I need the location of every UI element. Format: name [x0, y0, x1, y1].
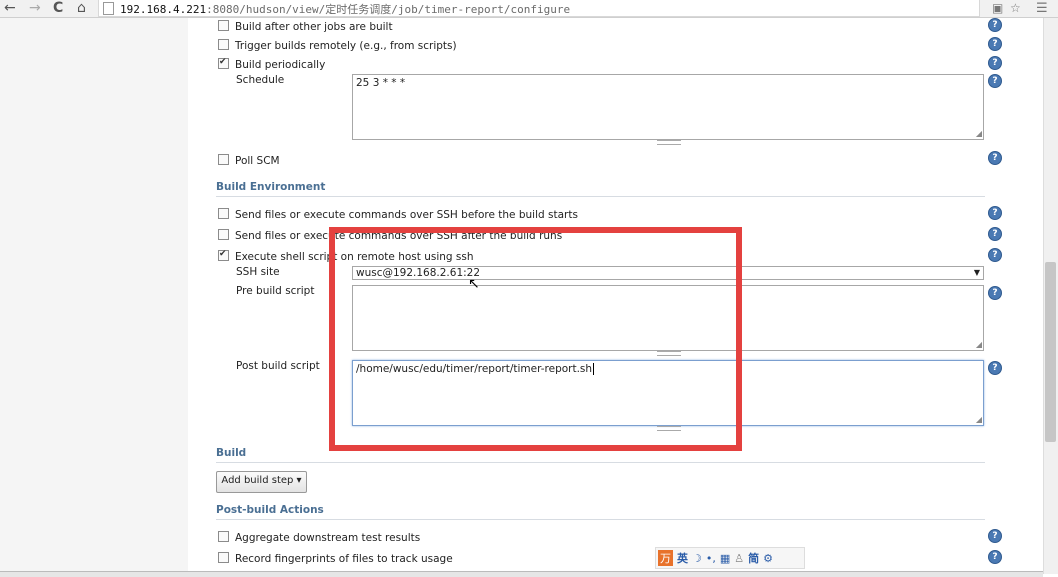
help-icon[interactable]: ?	[988, 361, 1002, 375]
highlight-box	[329, 227, 742, 451]
page-action-icon[interactable]: ▣	[992, 1, 1003, 15]
ime-logo-icon[interactable]: 万	[658, 550, 673, 566]
post-build-label: Post build script	[236, 360, 320, 372]
browser-toolbar: ← → C ⌂ 192.168.4.221:8080/hudson/view/定…	[0, 0, 1058, 18]
url-path: :8080/hudson/view/定时任务调度/job/timer-repor…	[206, 3, 571, 16]
help-icon[interactable]: ?	[988, 206, 1002, 220]
url-text[interactable]: 192.168.4.221:8080/hudson/view/定时任务调度/jo…	[120, 1, 570, 17]
ssh-before-checkbox[interactable]	[218, 208, 229, 219]
ime-toolbar[interactable]: 万 英 ☽ •, ▦ ♙ 简 ⚙	[655, 547, 805, 569]
aggregate-row: Aggregate downstream test results	[218, 531, 420, 545]
ssh-before-row: Send files or execute commands over SSH …	[218, 208, 578, 222]
textarea-grip[interactable]	[657, 140, 681, 145]
home-icon[interactable]: ⌂	[77, 0, 86, 17]
schedule-textarea[interactable]: 25 3 * * * ◢	[352, 74, 984, 140]
help-icon[interactable]: ?	[988, 550, 1002, 564]
poll-scm-row: Poll SCM	[218, 154, 280, 168]
menu-icon[interactable]: ☰	[1036, 1, 1048, 16]
aggregate-checkbox[interactable]	[218, 531, 229, 542]
ime-keyboard-icon[interactable]: ▦	[720, 552, 730, 565]
star-icon[interactable]: ☆	[1010, 1, 1021, 15]
poll-scm-label: Poll SCM	[235, 155, 280, 167]
help-icon[interactable]: ?	[988, 37, 1002, 51]
build-after-label: Build after other jobs are built	[235, 21, 393, 33]
section-build-environment: Build Environment	[216, 180, 985, 197]
ssh-after-checkbox[interactable]	[218, 229, 229, 240]
build-after-row: Build after other jobs are built	[218, 20, 393, 34]
exec-remote-checkbox[interactable]	[218, 247, 229, 261]
scrollbar-thumb[interactable]	[1045, 262, 1056, 442]
help-icon[interactable]: ?	[988, 151, 1002, 165]
ssh-before-label: Send files or execute commands over SSH …	[235, 209, 578, 221]
resize-handle-icon[interactable]: ◢	[976, 416, 982, 424]
section-post-build: Post-build Actions	[216, 503, 985, 520]
page-icon	[103, 2, 114, 15]
help-icon[interactable]: ?	[988, 248, 1002, 262]
trigger-remote-label: Trigger builds remotely (e.g., from scri…	[235, 40, 457, 52]
ime-simplified-toggle[interactable]: 简	[748, 550, 759, 566]
dropdown-arrow-icon: ▼	[973, 268, 980, 277]
back-icon[interactable]: ←	[4, 0, 16, 17]
resize-handle-icon[interactable]: ◢	[976, 130, 982, 138]
aggregate-label: Aggregate downstream test results	[235, 532, 421, 544]
help-icon[interactable]: ?	[988, 227, 1002, 241]
horizontal-scrollbar[interactable]	[0, 571, 1043, 577]
build-periodically-checkbox[interactable]	[218, 55, 229, 69]
ime-user-icon[interactable]: ♙	[734, 552, 744, 565]
schedule-value: 25 3 * * *	[356, 77, 406, 89]
ime-moon-icon[interactable]: ☽	[692, 552, 702, 565]
build-periodically-row: Build periodically	[218, 55, 326, 72]
ime-punct-icon[interactable]: •,	[706, 552, 716, 565]
ime-settings-icon[interactable]: ⚙	[763, 552, 773, 565]
help-icon[interactable]: ?	[988, 529, 1002, 543]
forward-icon[interactable]: →	[29, 0, 41, 17]
ime-lang-toggle[interactable]: 英	[677, 550, 688, 566]
add-build-step-button[interactable]: Add build step ▾	[216, 471, 307, 493]
build-periodically-label: Build periodically	[235, 59, 326, 71]
help-icon[interactable]: ?	[988, 56, 1002, 70]
url-host: 192.168.4.221	[120, 3, 207, 16]
schedule-label: Schedule	[236, 74, 285, 86]
ssh-site-label: SSH site	[236, 266, 280, 278]
fingerprint-label: Record fingerprints of files to track us…	[235, 553, 453, 565]
help-icon[interactable]: ?	[988, 18, 1002, 32]
reload-icon[interactable]: C	[53, 0, 63, 17]
left-panel	[0, 18, 188, 574]
trigger-remote-row: Trigger builds remotely (e.g., from scri…	[218, 39, 457, 53]
resize-handle-icon[interactable]: ◢	[976, 341, 982, 349]
trigger-remote-checkbox[interactable]	[218, 39, 229, 50]
build-after-checkbox[interactable]	[218, 20, 229, 31]
mouse-cursor-icon: ↖	[468, 276, 480, 292]
help-icon[interactable]: ?	[988, 74, 1002, 88]
help-icon[interactable]: ?	[988, 286, 1002, 300]
fingerprint-row: Record fingerprints of files to track us…	[218, 552, 453, 566]
fingerprint-checkbox[interactable]	[218, 552, 229, 563]
pre-build-label: Pre build script	[236, 285, 315, 297]
poll-scm-checkbox[interactable]	[218, 154, 229, 165]
